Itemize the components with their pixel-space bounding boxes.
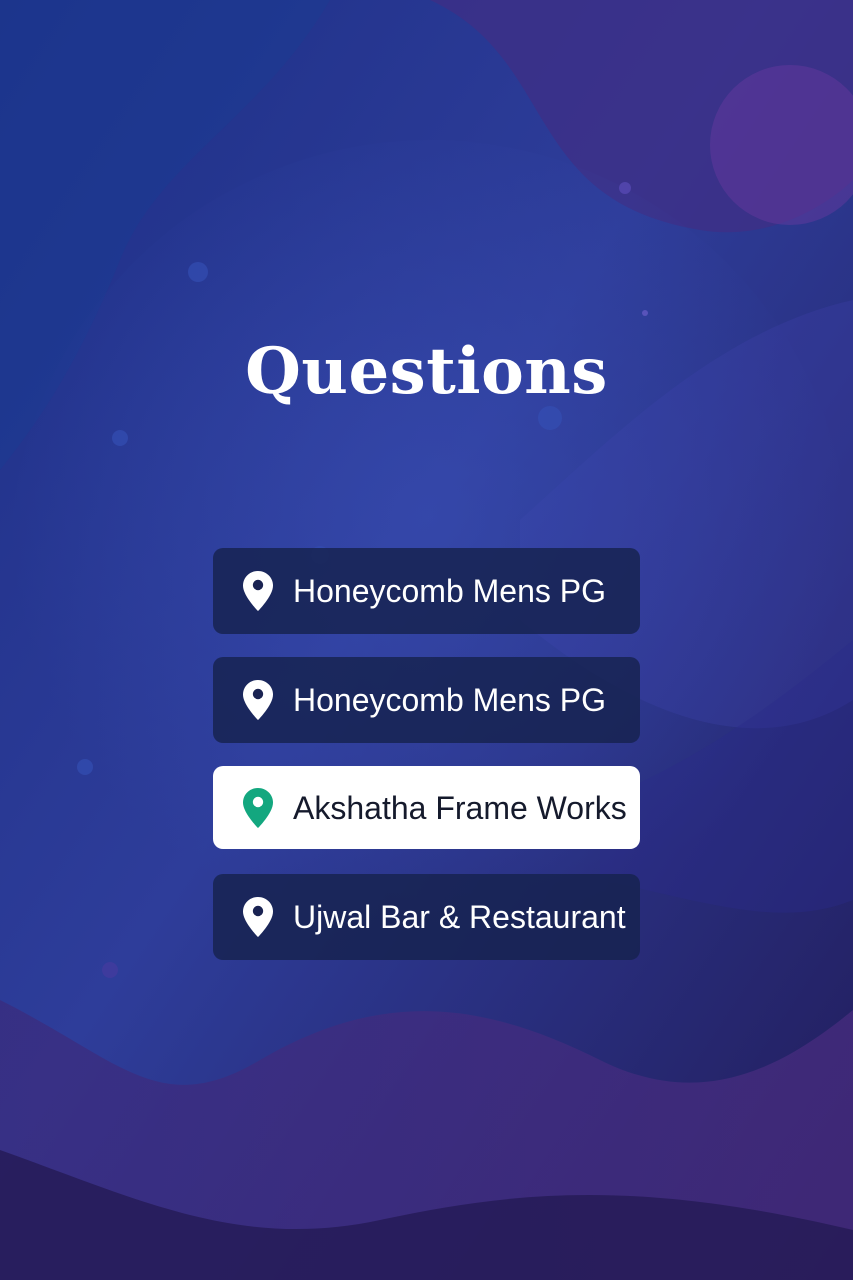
option-1[interactable]: Honeycomb Mens PG (213, 548, 640, 634)
location-pin-icon (241, 679, 275, 721)
option-label: Honeycomb Mens PG (293, 682, 607, 718)
location-pin-icon (241, 896, 275, 938)
option-4[interactable]: Ujwal Bar & Restaurant (213, 874, 640, 960)
location-pin-icon (241, 787, 275, 829)
page-title: Questions (245, 334, 608, 409)
option-3-selected[interactable]: Akshatha Frame Works (213, 766, 640, 849)
answer-options: Honeycomb Mens PG Honeycomb Mens PG Aksh… (213, 548, 640, 983)
option-label: Ujwal Bar & Restaurant (293, 899, 626, 935)
option-2[interactable]: Honeycomb Mens PG (213, 657, 640, 743)
location-pin-icon (241, 570, 275, 612)
option-label: Akshatha Frame Works (293, 789, 627, 826)
option-label: Honeycomb Mens PG (293, 573, 607, 609)
